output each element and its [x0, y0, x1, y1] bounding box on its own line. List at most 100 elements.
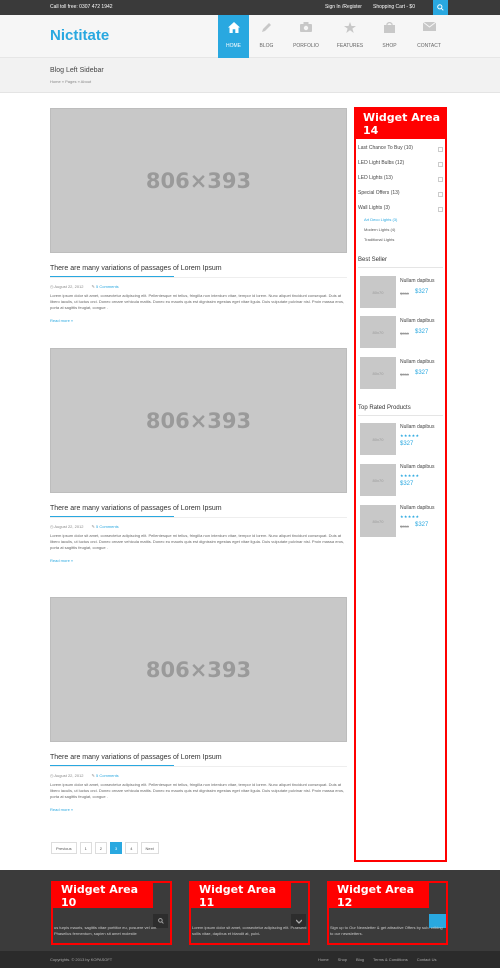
- category-item[interactable]: LED Light Bulbs (12): [358, 160, 443, 167]
- category-item[interactable]: Wall Lights (3): [358, 205, 443, 212]
- camera-icon: [300, 22, 312, 32]
- nav-item-features[interactable]: FEATURES: [328, 15, 372, 58]
- widget-title: Widget Area 12: [329, 883, 429, 909]
- best-seller-heading: Best Seller: [358, 257, 388, 263]
- category-item[interactable]: Last Chance To Buy (10): [358, 145, 443, 152]
- post-date: ◷ August 22, 2012: [50, 773, 84, 778]
- site-header: Nictitate HOME BLOG PORFOLIO FEATURES SH…: [0, 15, 500, 58]
- footer: Widget Area 10 us turpis mauris, sagitti…: [0, 870, 500, 951]
- post-date: ◷ August 22, 2012: [50, 284, 84, 289]
- post-excerpt: Lorem ipsum dolor sit amet, consectetur …: [50, 533, 345, 550]
- product-old-price: $350: [400, 372, 409, 377]
- footer-widget-area: Widget Area 11 Lorem ipsum dolor sit ame…: [189, 881, 310, 945]
- product-name[interactable]: Nullam dapibus: [400, 278, 434, 284]
- post-date: ◷ August 22, 2012: [50, 524, 84, 529]
- site-logo[interactable]: Nictitate: [50, 27, 109, 44]
- footer-link-contact[interactable]: Contact Us: [417, 957, 437, 962]
- search-button[interactable]: [433, 0, 448, 15]
- blog-post: 806×393 There are many variations of pas…: [50, 348, 347, 563]
- signin-link[interactable]: Sign In /Register: [325, 4, 362, 10]
- page-button[interactable]: 2: [94, 842, 108, 854]
- product-price: $327: [415, 289, 429, 295]
- footer-link-shop[interactable]: Shop: [338, 957, 347, 962]
- footer-link-terms[interactable]: Terms & Conditions: [373, 957, 408, 962]
- post-title[interactable]: There are many variations of passages of…: [50, 505, 347, 512]
- product-name[interactable]: Nullam dapibus: [400, 424, 434, 430]
- read-more-link[interactable]: Read more »: [50, 318, 347, 323]
- read-more-link[interactable]: Read more »: [50, 558, 347, 563]
- product-name[interactable]: Nullam dapibus: [400, 464, 434, 470]
- widget-title: Widget Area 11: [191, 883, 291, 909]
- product-old-price: $350: [400, 524, 409, 529]
- prev-page-button[interactable]: Previous: [51, 842, 77, 854]
- page-title: Blog Left Sidebar: [50, 67, 104, 74]
- divider: [50, 517, 347, 518]
- nav-label: HOME: [226, 43, 241, 49]
- product-old-price: $350: [400, 291, 409, 296]
- nav-item-contact[interactable]: CONTACT: [407, 15, 451, 58]
- search-icon: [157, 918, 164, 924]
- copyright-text: Copyrights. © 2013 by KOPASOFT: [50, 957, 113, 962]
- footer-link-blog[interactable]: Blog: [356, 957, 364, 962]
- post-image[interactable]: 806×393: [50, 348, 347, 493]
- widget-text: Lorem ipsum dolor sit amet, consectetur …: [192, 925, 307, 936]
- chevron-down-icon: [295, 919, 302, 924]
- post-title[interactable]: There are many variations of passages of…: [50, 754, 347, 761]
- product-name[interactable]: Nullam dapibus: [400, 359, 434, 365]
- nav-item-blog[interactable]: BLOG: [249, 15, 284, 58]
- product-price: $327: [400, 441, 414, 447]
- post-comments[interactable]: ✎ 5 Comments: [92, 524, 119, 529]
- shopping-cart-link[interactable]: Shopping Cart - $0: [373, 4, 415, 10]
- post-comments[interactable]: ✎ 5 Comments: [92, 773, 119, 778]
- footer-widget-area: Widget Area 12 Sign up to Our Newsletter…: [327, 881, 448, 945]
- post-meta: ◷ August 22, 2012 ✎ 5 Comments: [50, 773, 347, 778]
- page-button-current[interactable]: 3: [110, 842, 123, 854]
- nav-label: BLOG: [259, 43, 274, 49]
- footer-widget-area: Widget Area 10 us turpis mauris, sagitti…: [51, 881, 172, 945]
- top-bar: Call toll free: 0307 472 1942 Sign In /R…: [0, 0, 500, 15]
- product-name[interactable]: Nullam dapibus: [400, 318, 434, 324]
- widget-title: Widget Area 14: [356, 109, 445, 139]
- product-thumbnail[interactable]: 80x70: [360, 423, 396, 455]
- search-icon: [437, 4, 444, 11]
- product-thumbnail[interactable]: 80x70: [360, 316, 396, 348]
- nav-label: CONTACT: [417, 43, 441, 49]
- subcategory-item[interactable]: Modern Lights (4): [364, 227, 395, 232]
- breadcrumb[interactable]: Home » Pages » About: [50, 79, 91, 84]
- product-price: $327: [415, 522, 429, 528]
- product-thumbnail[interactable]: 80x70: [360, 464, 396, 496]
- page-button[interactable]: 4: [125, 842, 138, 854]
- nav-label: FEATURES: [336, 43, 364, 49]
- top-rated-heading: Top Rated Products: [358, 405, 411, 411]
- product-thumbnail[interactable]: 80x70: [360, 505, 396, 537]
- category-item[interactable]: Special Offers (13): [358, 190, 443, 197]
- post-image[interactable]: 806×393: [50, 108, 347, 253]
- nav-label: PORFOLIO: [293, 43, 319, 49]
- product-thumbnail[interactable]: 80x70: [360, 276, 396, 308]
- read-more-link[interactable]: Read more »: [50, 807, 347, 812]
- post-image[interactable]: 806×393: [50, 597, 347, 742]
- category-item[interactable]: LED Lights (13): [358, 175, 443, 182]
- nav-item-portfolio[interactable]: PORFOLIO: [284, 15, 328, 58]
- product-thumbnail[interactable]: 80x70: [360, 357, 396, 389]
- rating-stars: ★★★★★: [400, 514, 420, 519]
- post-meta: ◷ August 22, 2012 ✎ 5 Comments: [50, 524, 347, 529]
- product-price: $327: [415, 370, 429, 376]
- next-page-button[interactable]: Next: [140, 842, 159, 854]
- subcategory-item[interactable]: Traditional Lights: [364, 237, 394, 242]
- post-title[interactable]: There are many variations of passages of…: [50, 265, 347, 272]
- product-name[interactable]: Nullam dapibus: [400, 505, 434, 511]
- post-comments[interactable]: ✎ 5 Comments: [92, 284, 119, 289]
- footer-link-home[interactable]: Home: [318, 957, 329, 962]
- widget-text: Sign up to Our Newsletter & get attracti…: [330, 925, 443, 936]
- toll-free-text: Call toll free: 0307 472 1942: [50, 4, 113, 10]
- product-price: $327: [400, 481, 414, 487]
- divider: [358, 415, 443, 416]
- widget-text: us turpis mauris, sagittis vitae porttit…: [54, 925, 158, 936]
- divider: [50, 766, 347, 767]
- subcategory-item[interactable]: Art Deco Lights (3): [364, 217, 397, 222]
- page-button[interactable]: 1: [79, 842, 92, 854]
- nav-item-home[interactable]: HOME: [218, 15, 249, 58]
- pencil-icon: [262, 23, 271, 32]
- nav-item-shop[interactable]: SHOP: [372, 15, 407, 58]
